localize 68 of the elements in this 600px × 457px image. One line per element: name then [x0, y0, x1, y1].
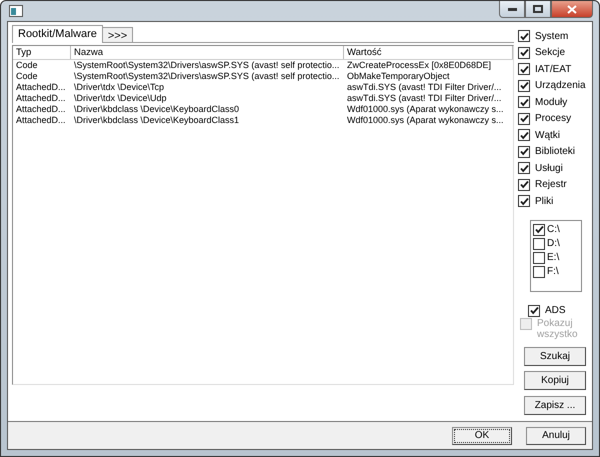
option-label: IAT/EAT — [535, 64, 572, 75]
checkbox[interactable] — [518, 46, 530, 59]
table-cell-text: Wdf01000.sys (Aparat wykonawczy s... — [346, 104, 505, 115]
table-cell-text: \Driver\kbdclass \Device\KeyboardClass1 — [73, 115, 240, 126]
checkbox[interactable] — [518, 129, 530, 142]
table-cell-text: aswTdi.SYS (avast! TDI Filter Driver/... — [346, 82, 502, 93]
maximize-icon — [533, 5, 543, 13]
table-cell-text: aswTdi.SYS (avast! TDI Filter Driver/... — [346, 93, 502, 104]
checkbox[interactable] — [528, 304, 540, 316]
option-label: ADS — [545, 305, 566, 316]
drive-label: E:\ — [547, 252, 560, 263]
option-label: Usługi — [535, 162, 563, 174]
option-label: System — [535, 30, 568, 42]
checkbox[interactable] — [518, 178, 530, 191]
checkbox[interactable] — [518, 30, 530, 42]
table-cell-text: AttachedD... — [15, 115, 67, 126]
table-cell-text: \Driver\tdx \Device\Udp — [73, 93, 168, 104]
maximize-button[interactable] — [525, 1, 551, 18]
option-label: Pokazuj wszystko — [537, 318, 579, 340]
column-header[interactable]: Nazwa — [71, 46, 344, 59]
tab[interactable]: Rootkit/Malware — [12, 25, 103, 43]
table-cell-text: Code — [15, 71, 39, 82]
checkbox[interactable] — [533, 266, 545, 278]
checkbox[interactable] — [518, 80, 530, 92]
checkbox[interactable] — [518, 195, 530, 208]
checkbox[interactable] — [518, 63, 530, 76]
checkbox[interactable] — [518, 146, 530, 158]
tab[interactable]: >>> — [102, 27, 134, 42]
option-label: Pliki — [535, 196, 554, 207]
action-button[interactable]: Kopiuj — [524, 370, 586, 390]
table-cell-text: AttachedD... — [15, 93, 67, 104]
close-icon — [567, 4, 577, 14]
app-icon — [9, 5, 23, 17]
dialog-button[interactable]: OK — [452, 426, 512, 444]
minimize-button[interactable] — [499, 1, 525, 18]
checkbox[interactable] — [533, 252, 545, 264]
dialog-button[interactable]: Anuluj — [526, 426, 586, 444]
table-cell-text: \Driver\kbdclass \Device\KeyboardClass0 — [73, 104, 240, 115]
table-cell-text: \SystemRoot\System32\Drivers\aswSP.SYS (avast! self protectio... — [73, 71, 340, 82]
minimize-icon — [508, 8, 516, 10]
table-cell-text: ZwCreateProcessEx [0x8E0D68DE] — [346, 60, 492, 71]
checkbox[interactable] — [533, 238, 545, 250]
option-label: Biblioteki — [535, 146, 576, 158]
action-button[interactable]: Zapisz ... — [524, 396, 586, 414]
drive-label: D:\ — [547, 238, 560, 249]
option-label: Urządzenia — [535, 80, 586, 92]
drive-label: C:\ — [547, 224, 560, 235]
table-cell-text: ObMakeTemporaryObject — [346, 71, 451, 82]
checkbox[interactable] — [533, 224, 545, 236]
table-cell-text: AttachedD... — [15, 82, 67, 93]
close-button[interactable] — [551, 1, 593, 18]
table-cell-text: Code — [15, 60, 39, 71]
option-label: Wątki — [535, 130, 560, 141]
table-cell-text: \SystemRoot\System32\Drivers\aswSP.SYS (avast! self protectio... — [73, 60, 340, 71]
column-header[interactable]: Typ — [13, 46, 71, 59]
table-cell-text: Wdf01000.sys (Aparat wykonawczy s... — [346, 115, 505, 126]
option-label: Sekcje — [535, 47, 566, 58]
option-label: Rejestr — [535, 179, 567, 190]
option-label: Procesy — [535, 113, 572, 124]
drive-label: F:\ — [547, 266, 559, 277]
checkbox[interactable] — [518, 162, 530, 174]
action-button[interactable]: Szukaj — [524, 346, 586, 366]
column-header[interactable]: Wartość — [344, 46, 513, 59]
table-cell-text: \Driver\tdx \Device\Tcp — [73, 82, 166, 93]
option-label: Moduły — [535, 96, 568, 108]
checkbox[interactable] — [518, 96, 530, 108]
checkbox[interactable] — [518, 112, 530, 125]
table-cell-text: AttachedD... — [15, 104, 67, 115]
